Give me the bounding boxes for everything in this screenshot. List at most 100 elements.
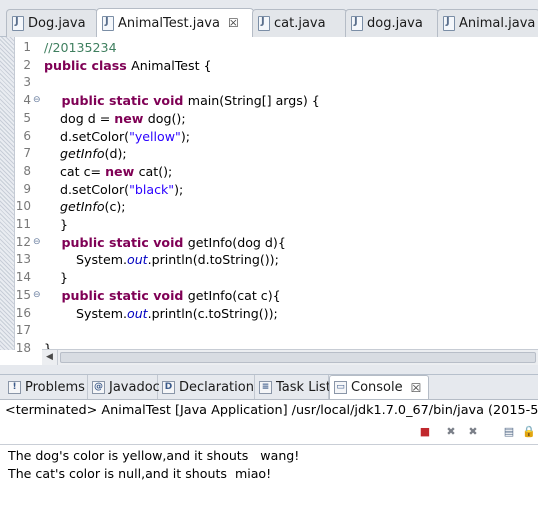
code-token: dog d = <box>44 110 115 126</box>
line-number: 13 <box>15 252 31 267</box>
line-number: 2 <box>23 57 31 72</box>
line-number: 6 <box>23 128 31 143</box>
editor-tab-label: Animal.java <box>459 16 536 31</box>
code-token: getInfo <box>60 146 105 162</box>
code-token: getInfo(dog d){ <box>187 234 286 250</box>
code-line[interactable]: public static void getInfo(cat c){ <box>44 287 281 305</box>
editor-horizontal-scrollbar[interactable]: ◀ <box>42 349 538 365</box>
code-line[interactable]: d.setColor("yellow"); <box>44 128 190 146</box>
code-token: .println(c.toString()); <box>147 305 278 321</box>
line-number: 5 <box>23 110 31 125</box>
view-tab-label: Console <box>351 380 403 395</box>
code-token: ); <box>180 128 191 144</box>
java-file-icon: J <box>258 16 270 31</box>
editor-tab-label: dog.java <box>367 16 423 31</box>
code-line[interactable]: public static void getInfo(dog d){ <box>44 234 286 252</box>
view-tab-label: Task List <box>276 379 331 395</box>
code-token: } <box>44 217 69 232</box>
view-tab-task-list[interactable]: ≡ Task List <box>255 375 331 399</box>
code-line[interactable]: cat c= new cat(); <box>44 163 172 181</box>
code-line[interactable]: getInfo(d); <box>44 145 127 163</box>
editor-tab-label: cat.java <box>274 16 326 31</box>
code-token: public static void <box>44 234 188 250</box>
view-tab-label: Problems <box>25 379 85 395</box>
code-token: d.setColor( <box>44 181 130 197</box>
scroll-lock-icon[interactable]: 🔒 <box>521 424 537 440</box>
clear-console-icon[interactable]: ▤ <box>501 424 517 440</box>
editor-tab-cat-java[interactable]: Jcat.java <box>252 9 347 37</box>
line-number: 8 <box>23 163 31 178</box>
code-line[interactable]: public static void main(String[] args) { <box>44 92 320 110</box>
close-view-icon[interactable]: ☒ <box>411 381 422 395</box>
code-token: cat(); <box>138 163 173 179</box>
view-tab-label: Declaration <box>179 379 254 395</box>
fold-collapse-icon[interactable]: ⊖ <box>33 234 41 252</box>
code-line[interactable]: public class AnimalTest { <box>44 57 212 75</box>
line-number: 16 <box>15 305 31 320</box>
code-token: (d); <box>104 146 127 162</box>
terminate-icon[interactable]: ■ <box>417 424 433 440</box>
code-line[interactable]: System.out.println(c.toString()); <box>44 305 278 323</box>
code-line[interactable]: d.setColor("black"); <box>44 181 183 199</box>
code-token: } <box>44 270 69 286</box>
line-number: 3 <box>23 75 31 90</box>
code-token: "yellow" <box>129 128 181 144</box>
editor-tab-label: Dog.java <box>28 16 86 31</box>
console-output[interactable]: The dog's color is yellow,and it shouts … <box>0 444 538 505</box>
view-tab-javadoc[interactable]: @ Javadoc <box>88 375 160 399</box>
editor-tab-dog-java[interactable]: J Dog.java <box>6 9 98 37</box>
line-number: 4 <box>23 93 31 108</box>
panel-sash[interactable] <box>0 365 538 375</box>
console-output-line: The dog's color is yellow,and it shouts … <box>8 448 300 463</box>
code-line[interactable]: } <box>44 216 68 234</box>
fold-collapse-icon[interactable]: ⊖ <box>33 92 41 110</box>
line-number: 9 <box>23 181 31 196</box>
code-line[interactable]: System.out.println(d.toString()); <box>44 251 279 269</box>
code-line[interactable]: dog d = new dog(); <box>44 110 186 128</box>
code-token: AnimalTest { <box>131 57 212 73</box>
scrollbar-thumb[interactable] <box>60 352 536 363</box>
code-editor[interactable]: 1 2 3 4 ⊖ 5 6 7 8 9 10 11 12 ⊖ 13 14 15 ⊖ 16 17 18 //2013523… <box>0 37 538 355</box>
view-tab-console[interactable]: ▭ Console ☒ <box>329 375 429 399</box>
code-token: System. <box>44 252 127 268</box>
view-tab-problems[interactable]: ! Problems <box>4 375 88 399</box>
console-launch-description: <terminated> AnimalTest [Java Applicatio… <box>5 403 538 418</box>
java-file-icon: J <box>102 15 114 31</box>
code-area[interactable]: //20135234 public class AnimalTest { publ… <box>44 37 538 350</box>
line-number-gutter: 1 2 3 4 ⊖ 5 6 7 8 9 10 11 12 ⊖ 13 14 15 ⊖ 16 17 18 <box>15 37 42 355</box>
scroll-left-arrow-icon[interactable]: ◀ <box>42 350 58 365</box>
editor-tab-animaltest-java[interactable]: J AnimalTest.java ☒ <box>96 8 254 37</box>
code-token: ); <box>174 181 184 197</box>
code-token: public class <box>44 57 132 73</box>
editor-tab-label: AnimalTest.java <box>118 15 220 31</box>
line-number: 18 <box>15 340 31 355</box>
editor-tab-animal-java[interactable]: J Animal.java <box>437 9 538 37</box>
line-number: 14 <box>15 270 31 285</box>
line-number: 11 <box>15 217 31 231</box>
fold-collapse-icon[interactable]: ⊖ <box>33 287 41 305</box>
remove-all-terminated-icon[interactable]: ✖ <box>465 424 481 440</box>
overview-ruler-left <box>0 37 15 350</box>
code-token: "black" <box>129 181 175 197</box>
code-line[interactable]: } <box>44 269 68 287</box>
remove-launch-icon[interactable]: ✖ <box>443 424 459 440</box>
code-line[interactable]: //20135234 <box>44 39 117 57</box>
code-token: getInfo <box>60 199 105 215</box>
close-tab-icon[interactable]: ☒ <box>228 16 239 30</box>
code-token: public static void <box>44 93 188 109</box>
view-tab-declaration[interactable]: D Declaration <box>158 375 255 399</box>
code-line[interactable]: getInfo(c); <box>44 198 126 216</box>
view-tab-bar: ! Problems @ Javadoc D Declaration ≡ Task List ▭… <box>0 375 538 399</box>
code-token: (c); <box>104 199 126 215</box>
editor-tab-dog-java[interactable]: Jdog.java <box>345 9 439 37</box>
code-token: main(String[] args) { <box>187 93 320 109</box>
java-file-icon: J <box>12 16 24 31</box>
code-token: //20135234 <box>44 40 117 55</box>
console-toolbar: ■ ✖ ✖ ▤ 🔒 <box>415 424 538 442</box>
line-number: 1 <box>23 40 31 54</box>
java-file-icon: J <box>443 16 455 31</box>
code-token: System. <box>44 305 127 321</box>
code-token: public static void <box>44 287 188 303</box>
